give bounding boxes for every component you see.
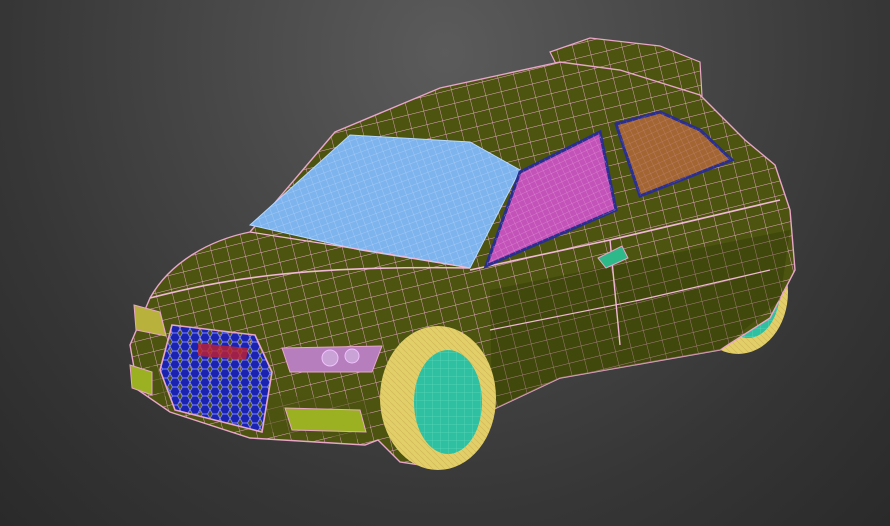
- front-wheel[interactable]: [380, 326, 496, 470]
- front-grille: [159, 324, 273, 433]
- headlight: [281, 345, 383, 373]
- scene-svg: [129, 37, 796, 470]
- 3d-viewport[interactable]: [0, 0, 890, 526]
